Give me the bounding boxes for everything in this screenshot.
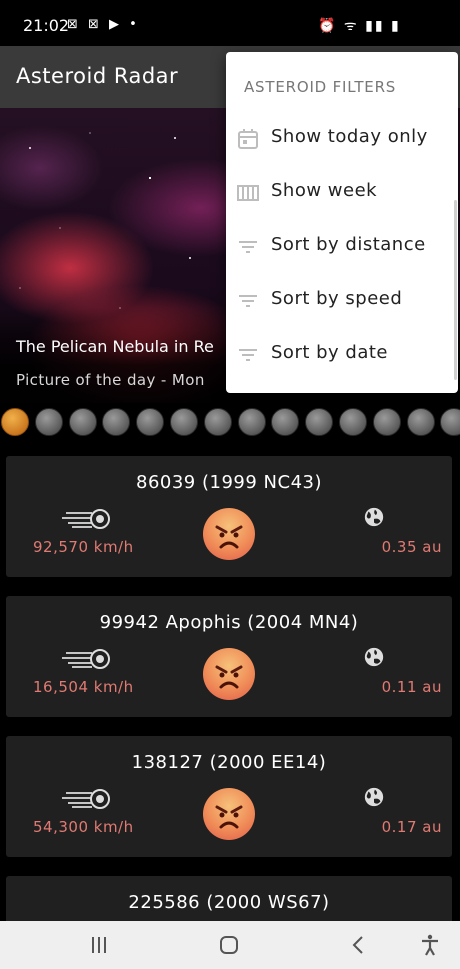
comet-speed-icon	[62, 649, 110, 669]
asteroid-card[interactable]: 138127 (2000 EE14) 54,300 km/h 0.17 au	[6, 736, 452, 857]
filter-menu-label: Show today only	[271, 126, 428, 147]
filter-menu-item[interactable]: Sort by speed	[226, 275, 458, 329]
accessibility-icon[interactable]	[418, 933, 442, 957]
filter-menu: ASTEROID FILTERS Show today only Show wee…	[226, 52, 458, 393]
asteroid-name: 86039 (1999 NC43)	[136, 472, 322, 493]
app-title: Asteroid Radar	[16, 64, 179, 88]
date-chip[interactable]	[136, 408, 165, 436]
navigation-bar	[0, 921, 460, 969]
asteroid-card[interactable]: 86039 (1999 NC43) 92,570 km/h 0.35 au	[6, 456, 452, 577]
angry-face-hazard-icon	[203, 508, 255, 560]
date-chip[interactable]	[305, 408, 334, 436]
speed-value: 54,300 km/h	[33, 818, 134, 836]
filter-menu-item[interactable]: Show week	[226, 167, 458, 221]
asteroid-list[interactable]: 86039 (1999 NC43) 92,570 km/h 0.35 au 99942…	[0, 441, 460, 921]
date-selector	[0, 403, 460, 441]
distance-value: 0.11 au	[381, 678, 442, 696]
date-chip[interactable]	[102, 408, 131, 436]
filter-menu-label: Sort by speed	[271, 288, 403, 309]
sort-icon	[239, 349, 257, 361]
globe-distance-icon	[364, 647, 384, 667]
date-chip[interactable]	[339, 408, 367, 436]
filter-menu-label: Sort by distance	[271, 234, 426, 255]
calendar-today-icon	[238, 129, 258, 149]
globe-distance-icon	[364, 787, 384, 807]
distance-value: 0.17 au	[381, 818, 442, 836]
filter-menu-item[interactable]: Sort by date	[226, 329, 458, 383]
date-chip[interactable]	[170, 408, 198, 436]
angry-face-hazard-icon	[203, 788, 255, 840]
picture-title: The Pelican Nebula in Re	[16, 337, 214, 356]
recents-icon[interactable]	[87, 933, 111, 957]
date-chip[interactable]	[440, 408, 460, 436]
speed-value: 16,504 km/h	[33, 678, 134, 696]
status-bar: 21:02 ⊠ ⊠ ▶ • ⏰ ᯤ ▮▮ ▮	[0, 0, 460, 46]
date-chip[interactable]	[237, 408, 266, 436]
asteroid-name: 225586 (2000 WS67)	[128, 892, 330, 913]
home-icon[interactable]	[217, 933, 241, 957]
menu-header: ASTEROID FILTERS	[244, 78, 397, 96]
distance-value: 0.35 au	[381, 538, 442, 556]
sort-icon	[239, 241, 257, 253]
status-time: 21:02	[23, 16, 70, 35]
filter-menu-item[interactable]: Show today only	[226, 113, 458, 167]
system-status-icons: ⏰ ᯤ ▮▮ ▮	[318, 18, 401, 34]
angry-face-hazard-icon	[203, 648, 255, 700]
asteroid-name: 138127 (2000 EE14)	[131, 752, 327, 773]
filter-menu-item[interactable]: Sort by distance	[226, 221, 458, 275]
date-chip[interactable]	[271, 408, 300, 436]
date-chip[interactable]	[68, 408, 97, 436]
asteroid-name: 99942 Apophis (2004 MN4)	[99, 612, 359, 633]
back-icon[interactable]	[347, 933, 371, 957]
notification-icons: ⊠ ⊠ ▶ •	[67, 17, 140, 32]
date-chip[interactable]	[203, 408, 232, 436]
comet-speed-icon	[62, 789, 110, 809]
view-week-icon	[237, 185, 259, 201]
date-chip[interactable]	[1, 408, 29, 436]
picture-caption: Picture of the day - Mon	[16, 371, 205, 389]
filter-menu-label: Sort by date	[271, 342, 389, 363]
filter-menu-label: Show week	[271, 180, 378, 201]
sort-icon	[239, 295, 257, 307]
date-chip[interactable]	[406, 408, 435, 436]
menu-scrollbar[interactable]	[454, 200, 457, 380]
asteroid-card[interactable]: 99942 Apophis (2004 MN4) 16,504 km/h 0.11 …	[6, 596, 452, 717]
date-chip[interactable]	[34, 408, 63, 436]
globe-distance-icon	[364, 507, 384, 527]
asteroid-card[interactable]: 225586 (2000 WS67)	[6, 876, 452, 921]
comet-speed-icon	[62, 509, 110, 529]
speed-value: 92,570 km/h	[33, 538, 134, 556]
date-chip[interactable]	[372, 408, 401, 436]
